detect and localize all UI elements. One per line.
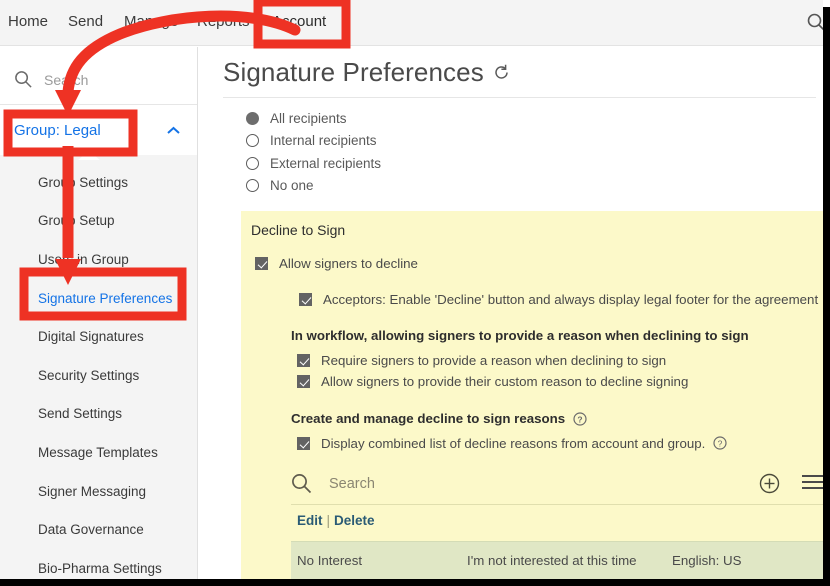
radio-label: Internal recipients: [270, 133, 377, 148]
svg-text:?: ?: [718, 438, 723, 448]
hamburger-bar: [802, 481, 826, 483]
radio-label: External recipients: [270, 156, 381, 171]
sidebar-search-box[interactable]: Search: [0, 55, 197, 105]
sidebar-item-users-in-group[interactable]: Users in Group: [0, 240, 197, 279]
checkbox-allow-signers-to-decline[interactable]: Allow signers to decline: [255, 257, 418, 271]
top-navigation-bar: Home Send Manage Reports Account: [0, 0, 830, 46]
group-header-notch: [78, 151, 100, 160]
refresh-icon[interactable]: [493, 64, 510, 81]
checkbox-label: Acceptors: Enable 'Decline' button and a…: [323, 293, 818, 307]
reasons-search-placeholder: Search: [329, 476, 375, 492]
svg-text:?: ?: [578, 414, 583, 424]
row-actions: Edit |Delete: [297, 513, 375, 528]
decline-to-sign-panel: Decline to Sign Allow signers to decline…: [241, 211, 830, 586]
checkbox-indicator: [299, 293, 312, 306]
radio-indicator: [246, 112, 259, 125]
main-content: Signature Preferences All recipients Int…: [199, 47, 830, 586]
workflow-subheading: In workflow, allowing signers to provide…: [291, 328, 749, 343]
nav-item-send[interactable]: Send: [68, 13, 103, 30]
search-icon: [291, 473, 312, 494]
reason-language-cell: English: US: [672, 553, 741, 568]
chevron-up-icon[interactable]: [166, 126, 181, 135]
radio-indicator: [246, 134, 259, 147]
radio-label: All recipients: [270, 111, 347, 126]
checkbox-allow-custom-reason[interactable]: Allow signers to provide their custom re…: [297, 375, 688, 389]
sidebar-search-placeholder: Search: [44, 72, 88, 88]
sidebar-item-data-governance[interactable]: Data Governance: [0, 510, 197, 549]
help-icon[interactable]: ?: [573, 412, 587, 426]
radio-indicator: [246, 179, 259, 192]
checkbox-indicator: [297, 437, 310, 450]
reason-name-cell: No Interest: [297, 553, 467, 568]
nav-item-reports[interactable]: Reports: [197, 13, 250, 30]
create-manage-reasons-text: Create and manage decline to sign reason…: [291, 411, 565, 426]
page-title-row: Signature Preferences: [223, 57, 510, 88]
checkbox-indicator: [255, 257, 268, 270]
checkbox-indicator: [297, 375, 310, 388]
sidebar-item-bio-pharma-settings[interactable]: Bio-Pharma Settings: [0, 549, 197, 586]
radio-option-external-recipients[interactable]: External recipients: [246, 153, 381, 173]
sidebar-group-label: Group: Legal: [14, 122, 101, 139]
sidebar-nav-list: Group Settings Group Setup Users in Grou…: [0, 155, 197, 586]
sidebar-item-message-templates[interactable]: Message Templates: [0, 433, 197, 472]
sidebar-item-group-setup[interactable]: Group Setup: [0, 202, 197, 241]
sidebar-group-header[interactable]: Group: Legal: [0, 105, 197, 155]
radio-label: No one: [270, 178, 314, 193]
sidebar: Search Group: Legal Group Settings Group…: [0, 47, 198, 586]
radio-indicator: [246, 157, 259, 170]
create-manage-reasons-subheading: Create and manage decline to sign reason…: [291, 411, 587, 426]
radio-option-internal-recipients[interactable]: Internal recipients: [246, 131, 381, 151]
title-divider: [223, 97, 816, 98]
hamburger-menu-icon[interactable]: [802, 475, 826, 491]
action-separator: |: [327, 513, 331, 528]
checkbox-display-combined-list[interactable]: Display combined list of decline reasons…: [297, 437, 727, 451]
edit-link[interactable]: Edit: [297, 513, 323, 528]
recipients-radio-group: All recipients Internal recipients Exter…: [246, 108, 381, 198]
delete-link[interactable]: Delete: [334, 513, 375, 528]
checkbox-label: Require signers to provide a reason when…: [321, 354, 666, 368]
checkbox-indicator: [297, 354, 310, 367]
table-row[interactable]: No Interest I'm not interested at this t…: [291, 541, 830, 579]
help-icon[interactable]: ?: [713, 436, 727, 450]
hamburger-bar: [802, 487, 826, 489]
search-icon: [14, 70, 33, 89]
nav-item-manage[interactable]: Manage: [124, 13, 178, 30]
reason-text-cell: I'm not interested at this time: [467, 553, 672, 568]
checkbox-label: Display combined list of decline reasons…: [321, 437, 705, 451]
page-title: Signature Preferences: [223, 57, 484, 88]
sidebar-item-send-settings[interactable]: Send Settings: [0, 395, 197, 434]
sidebar-item-security-settings[interactable]: Security Settings: [0, 356, 197, 395]
search-icon[interactable]: [806, 12, 826, 32]
sidebar-item-signature-preferences[interactable]: Signature Preferences: [0, 279, 197, 318]
nav-item-account[interactable]: Account: [272, 13, 326, 30]
sidebar-item-signer-messaging[interactable]: Signer Messaging: [0, 472, 197, 511]
reasons-search-box[interactable]: Search: [291, 463, 830, 505]
radio-option-all-recipients[interactable]: All recipients: [246, 108, 381, 128]
nav-item-home[interactable]: Home: [8, 13, 48, 30]
decline-to-sign-heading: Decline to Sign: [251, 222, 345, 238]
app-window: Home Send Manage Reports Account Search …: [0, 0, 830, 586]
checkbox-acceptors-enable-decline-button[interactable]: Acceptors: Enable 'Decline' button and a…: [299, 293, 818, 307]
radio-option-no-one[interactable]: No one: [246, 176, 381, 196]
sidebar-item-digital-signatures[interactable]: Digital Signatures: [0, 317, 197, 356]
sidebar-item-group-settings[interactable]: Group Settings: [0, 163, 197, 202]
hamburger-bar: [802, 475, 826, 477]
checkbox-label: Allow signers to decline: [279, 257, 418, 271]
checkbox-require-reason[interactable]: Require signers to provide a reason when…: [297, 354, 666, 368]
checkbox-label: Allow signers to provide their custom re…: [321, 375, 688, 389]
plus-circle-icon[interactable]: [759, 473, 780, 494]
